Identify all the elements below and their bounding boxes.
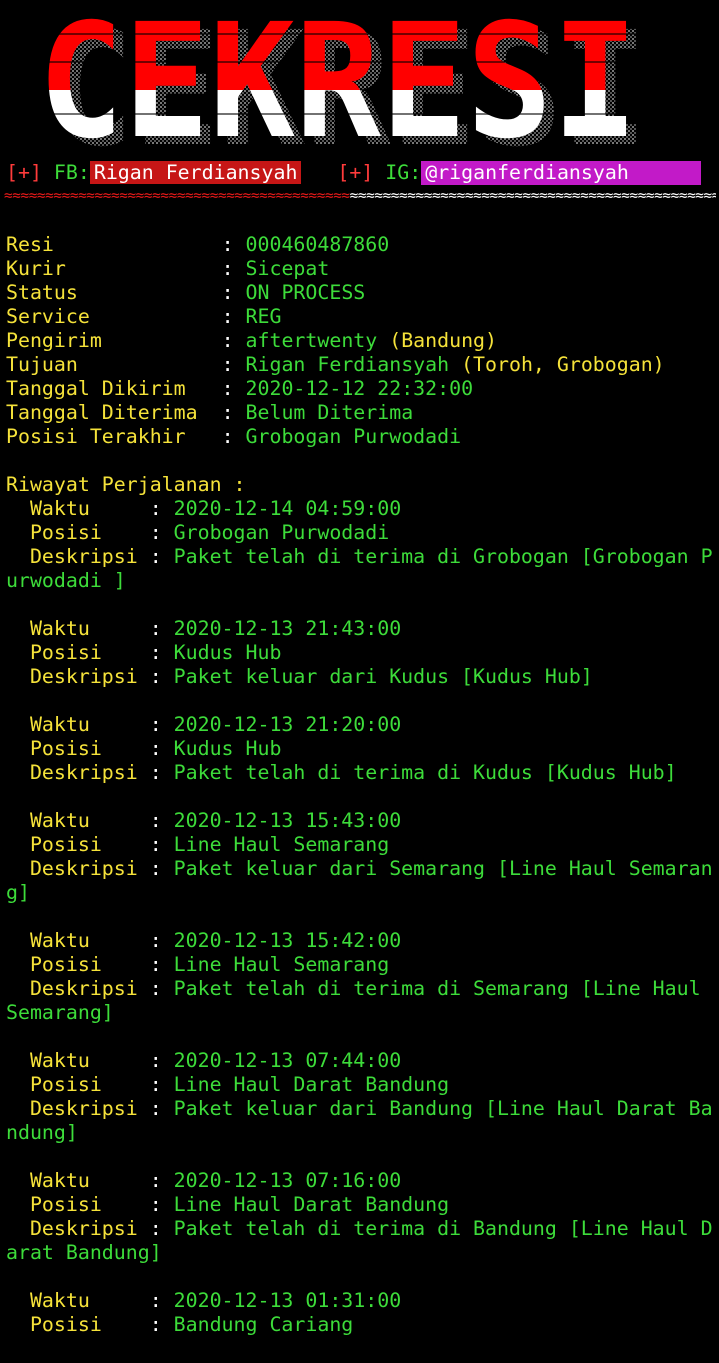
history-entry-1-deskripsi: Deskripsi : Paket telah di terima di Gro… [6, 545, 713, 568]
status-label: Status [6, 281, 222, 304]
pengirim-name: aftertwenty [245, 329, 378, 352]
fb-label: FB: [53, 161, 90, 184]
service-label: Service [6, 305, 222, 328]
history-entry-1-posisi: Posisi : Grobogan Purwodadi [6, 521, 390, 544]
history-title: Riwayat Perjalanan : [6, 473, 246, 496]
history-entry-3-deskripsi: Deskripsi : Paket telah di terima di Kud… [6, 761, 677, 784]
tujuan-name: Rigan Ferdiansyah [245, 353, 450, 376]
tujuan-label: Tujuan [6, 353, 222, 376]
separator-red: ≈≈≈≈≈≈≈≈≈≈≈≈≈≈≈≈≈≈≈≈≈≈≈≈≈≈≈≈≈≈≈≈≈≈≈≈≈≈≈≈… [4, 188, 350, 204]
summary-resi: Resi : 000460487860 [6, 233, 390, 256]
kurir-label: Kurir [6, 257, 222, 280]
history-entry-4-posisi: Posisi : Line Haul Semarang [6, 833, 390, 856]
history-entry-4-waktu: Waktu : 2020-12-13 15:43:00 [6, 809, 402, 832]
summary-posisi: Posisi Terakhir : Grobogan Purwodadi [6, 425, 462, 448]
service-value: REG [245, 305, 282, 328]
history-entry-2-posisi: Posisi : Kudus Hub [6, 641, 282, 664]
history-entry-6-deskripsi-cont: ndung] [6, 1121, 78, 1144]
tujuan-city: (Toroh, Grobogan) [461, 353, 665, 376]
history-entry-5-deskripsi: Deskripsi : Paket telah di terima di Sem… [6, 977, 713, 1000]
history-entry-6-waktu: Waktu : 2020-12-13 07:44:00 [6, 1049, 402, 1072]
history-entry-6-posisi: Posisi : Line Haul Darat Bandung [6, 1073, 450, 1096]
dikirim-value: 2020-12-12 22:32:00 [245, 377, 474, 400]
posisi-terakhir-label: Posisi Terakhir [6, 425, 222, 448]
history-entry-7-posisi: Posisi : Line Haul Darat Bandung [6, 1193, 450, 1216]
history-entry-2-waktu: Waktu : 2020-12-13 21:43:00 [6, 617, 402, 640]
history-entry-8-posisi: Posisi : Bandung Cariang [6, 1313, 354, 1336]
pengirim-city: (Bandung) [389, 329, 498, 352]
history-entry-2-deskripsi: Deskripsi : Paket keluar dari Kudus [Kud… [6, 665, 593, 688]
resi-value: 000460487860 [245, 233, 390, 256]
history-entry-5-deskripsi-cont: Semarang] [6, 1001, 114, 1024]
ig-label: IG: [385, 161, 422, 184]
diterima-value: Belum Diterima [245, 401, 414, 424]
history-entry-6-deskripsi: Deskripsi : Paket keluar dari Bandung [L… [6, 1097, 713, 1120]
history-entry-7-deskripsi-cont: arat Bandung] [6, 1241, 162, 1264]
posisi-terakhir-value: Grobogan Purwodadi [245, 425, 462, 448]
ig-handle-badge: @riganferdiansyah [421, 161, 702, 185]
history-entry-4-deskripsi: Deskripsi : Paket keluar dari Semarang [… [6, 857, 713, 880]
summary-kurir: Kurir : Sicepat [6, 257, 330, 280]
fb-prefix: [+] [6, 161, 42, 184]
ig-prefix: [+] [337, 161, 374, 184]
summary-service: Service : REG [6, 305, 282, 328]
summary-tujuan: Tujuan : Rigan Ferdiansyah (Toroh, Grobo… [6, 353, 665, 376]
kurir-value: Sicepat [245, 257, 330, 280]
history-entry-3-posisi: Posisi : Kudus Hub [6, 737, 282, 760]
history-entry-7-deskripsi: Deskripsi : Paket telah di terima di Ban… [6, 1217, 713, 1240]
resi-label: Resi [6, 233, 222, 256]
diterima-label: Tanggal Diterima [6, 401, 222, 424]
summary-status: Status : ON PROCESS [6, 281, 366, 304]
credits-line: [+] FB: Rigan Ferdiansyah [+] IG: @riganfe… [6, 161, 702, 185]
dikirim-label: Tanggal Dikirim [6, 377, 222, 400]
summary-pengirim: Pengirim : aftertwenty (Bandung) [6, 329, 498, 352]
history-entry-1-deskripsi-cont: urwodadi ] [6, 569, 126, 592]
history-entry-3-waktu: Waktu : 2020-12-13 21:20:00 [6, 713, 402, 736]
status-value: ON PROCESS [245, 281, 366, 304]
history-entry-4-deskripsi-cont: g] [6, 881, 30, 904]
summary-dikirim: Tanggal Dikirim : 2020-12-12 22:32:00 [6, 377, 474, 400]
history-entry-5-waktu: Waktu : 2020-12-13 15:42:00 [6, 929, 402, 952]
summary-diterima: Tanggal Diterima : Belum Diterima [6, 401, 414, 424]
pengirim-label: Pengirim [6, 329, 222, 352]
separator-white: ≈≈≈≈≈≈≈≈≈≈≈≈≈≈≈≈≈≈≈≈≈≈≈≈≈≈≈≈≈≈≈≈≈≈≈≈≈≈≈≈… [349, 188, 716, 204]
history-entry-1-waktu: Waktu : 2020-12-14 04:59:00 [6, 497, 402, 520]
fb-name-badge: Rigan Ferdiansyah [89, 161, 302, 184]
history-entry-7-waktu: Waktu : 2020-12-13 07:16:00 [6, 1169, 402, 1192]
separator-line: ≈≈≈≈≈≈≈≈≈≈≈≈≈≈≈≈≈≈≈≈≈≈≈≈≈≈≈≈≈≈≈≈≈≈≈≈≈≈≈≈… [4, 185, 716, 207]
history-entry-8-waktu: Waktu : 2020-12-13 01:31:00 [6, 1289, 402, 1312]
history-entry-5-posisi: Posisi : Line Haul Semarang [6, 953, 390, 976]
cekresi-banner-logo: CEKRESI CEKRESI CEKRESI [38, 10, 650, 152]
